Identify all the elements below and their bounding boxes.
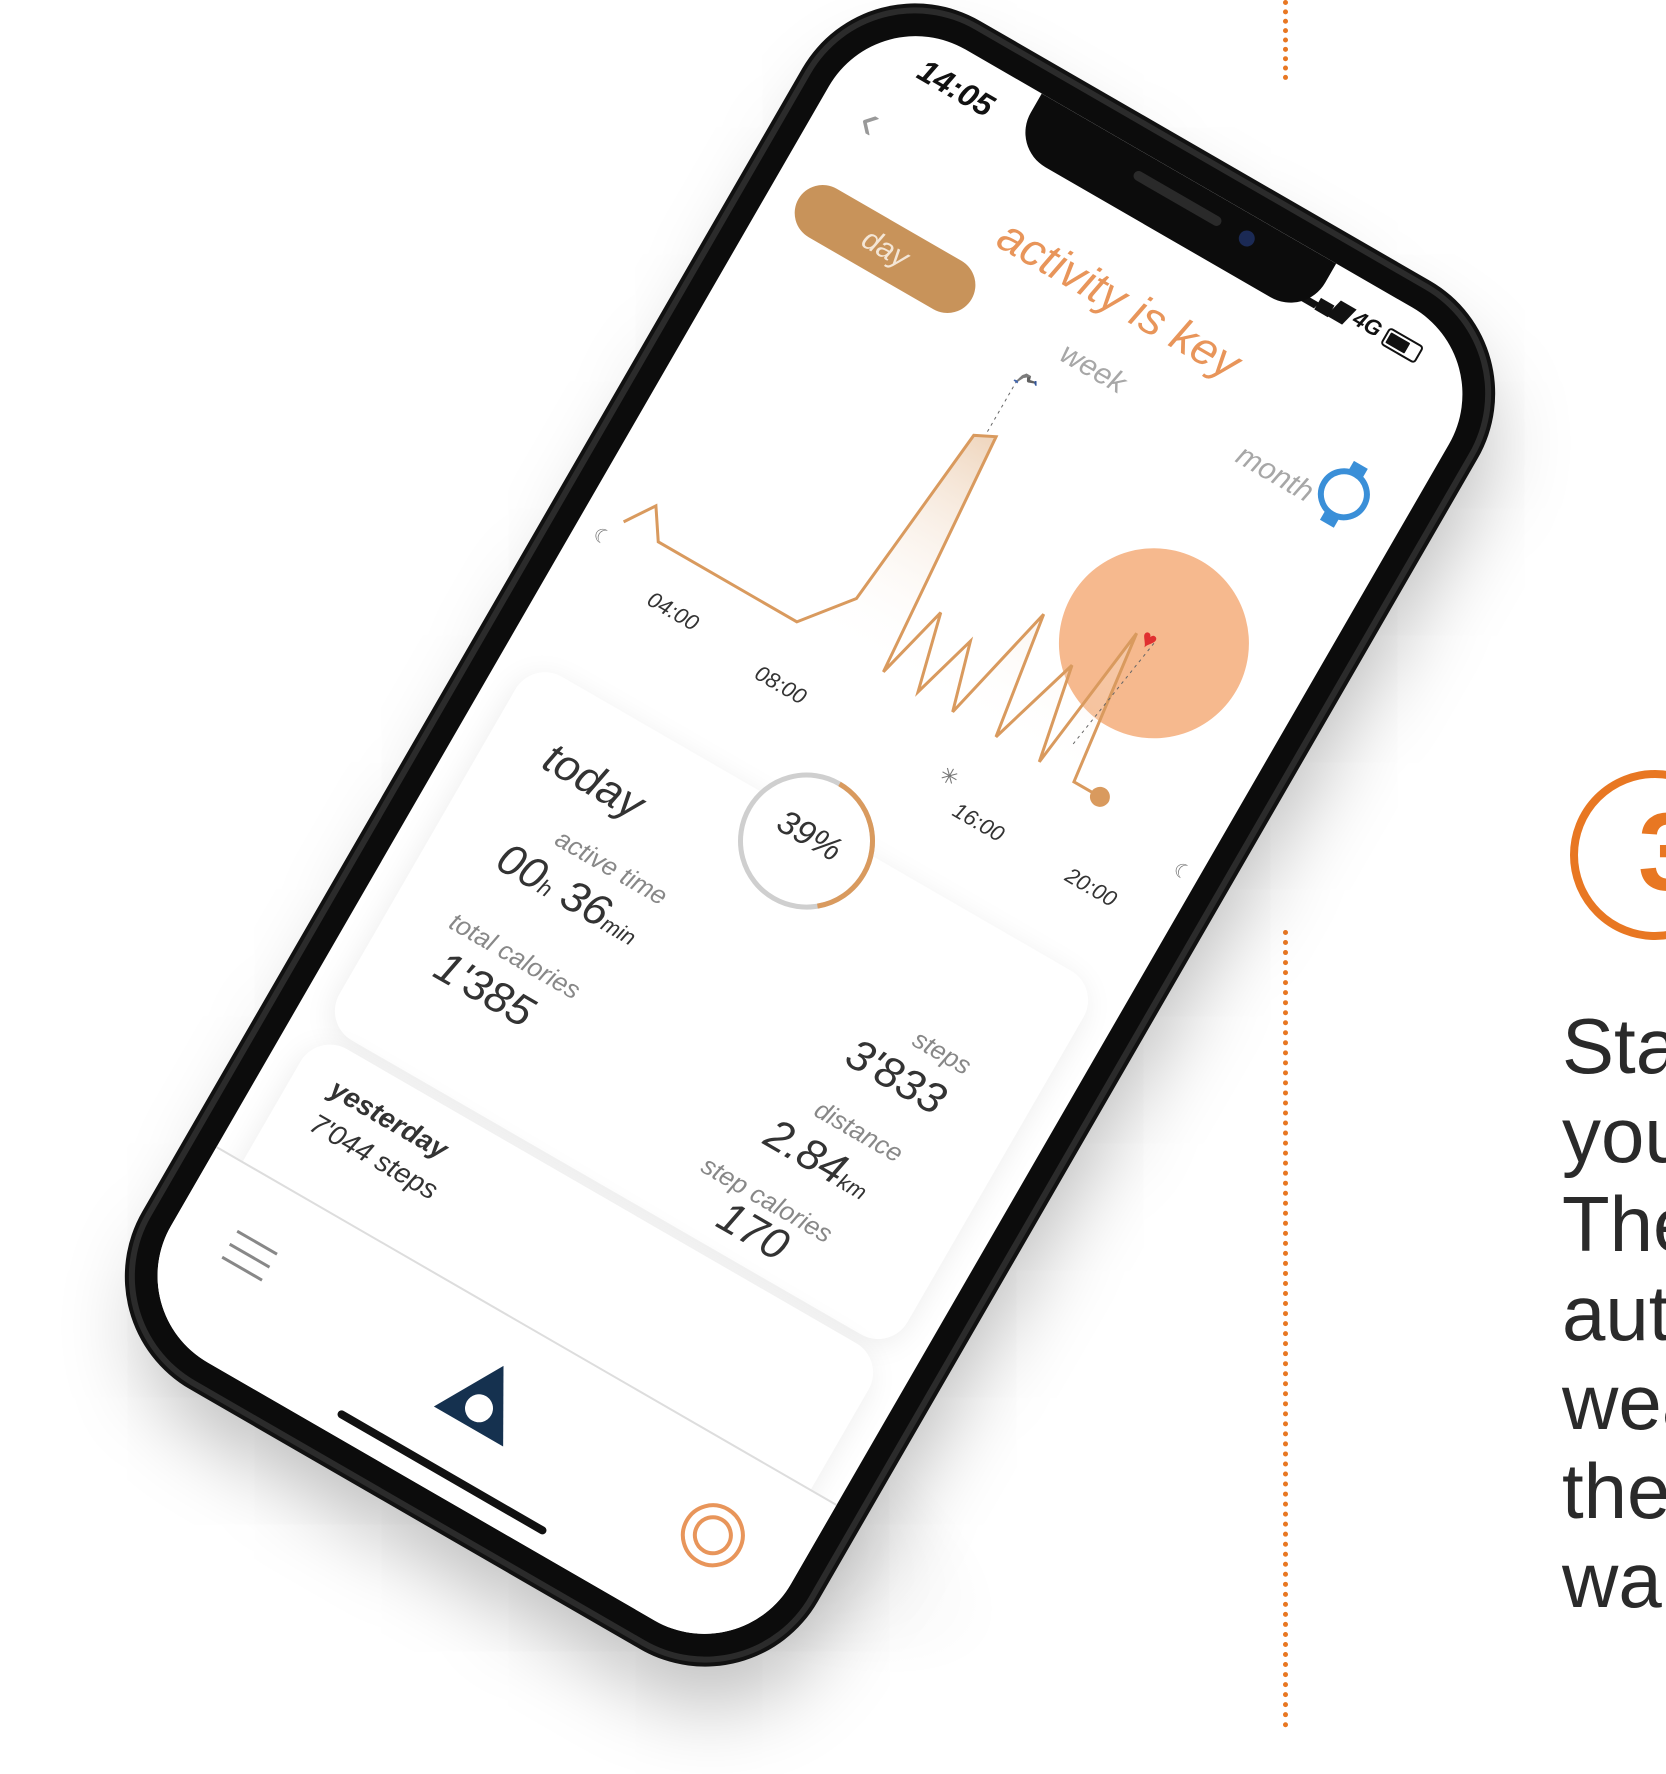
side-line: wa (1562, 1536, 1662, 1624)
step-number-badge: 3 (1570, 770, 1666, 940)
moon-icon-end: ☾ (1169, 858, 1196, 886)
peak-leader-line (986, 379, 1018, 432)
side-line: you (1562, 1091, 1666, 1179)
now-marker (1089, 786, 1110, 807)
side-line: the (1562, 1447, 1666, 1535)
battery-icon (1379, 326, 1425, 365)
side-line: aut (1562, 1269, 1666, 1357)
tick-label-0400: 04:00 (643, 586, 704, 636)
activity-rings-icon[interactable] (669, 1491, 757, 1579)
side-line: Sta (1562, 1002, 1666, 1090)
step-number: 3 (1638, 791, 1666, 914)
tick-label-0800: 08:00 (751, 660, 812, 710)
speaker-grille (1131, 169, 1224, 228)
network-label: 4G (1348, 305, 1387, 342)
phone-screen: 14:05 ▂▄▆ 4G ‹ activity is key day week … (120, 0, 1500, 1671)
tick-label-1600: 16:00 (948, 797, 1009, 847)
side-line: The (1562, 1180, 1666, 1268)
dotted-divider-bottom (1283, 930, 1288, 1728)
menu-icon[interactable] (215, 1229, 278, 1292)
dotted-divider-top (1283, 0, 1288, 80)
sun-icon: ✳ (935, 761, 963, 792)
tick-label-2000: 20:00 (1060, 862, 1122, 912)
today-label: today (534, 733, 653, 830)
side-description: Sta you The aut wea the wa (1562, 1002, 1666, 1625)
home-indicator[interactable] (336, 1408, 548, 1536)
moon-icon: ☾ (589, 523, 616, 551)
phone-device: 14:05 ▂▄▆ 4G ‹ activity is key day week … (90, 0, 1530, 1701)
front-camera (1235, 227, 1258, 250)
status-network: ▂▄▆ 4G (1300, 278, 1426, 366)
status-time: 14:05 (911, 51, 1001, 124)
side-line: wea (1562, 1358, 1666, 1446)
